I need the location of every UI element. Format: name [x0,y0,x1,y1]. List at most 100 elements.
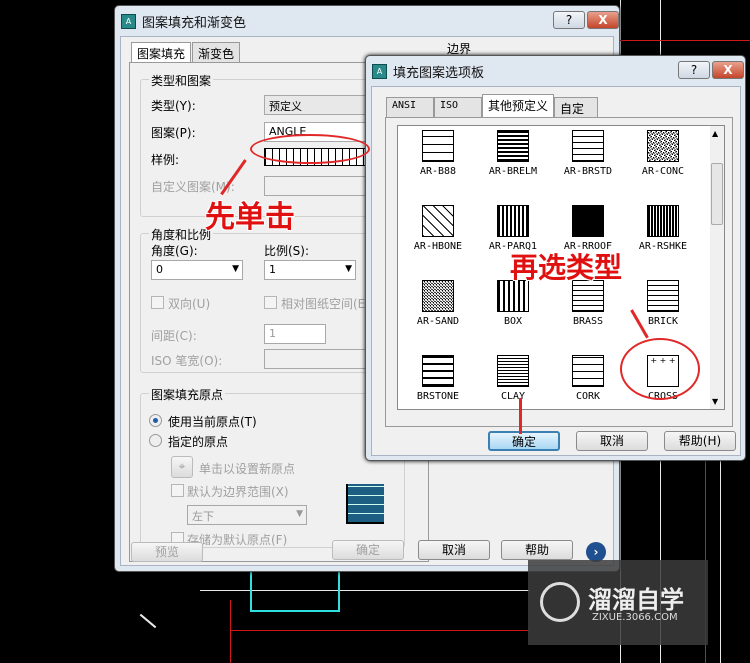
autocad-app-icon: A [121,14,136,29]
ok-button[interactable]: 确定 [332,540,404,560]
cancel-button[interactable]: 取消 [418,540,490,560]
pattern-swatch-brick[interactable] [647,280,679,312]
watermark: 溜溜自学 ZIXUE.3066.COM [528,560,708,645]
pattern-swatch-ar-brelm[interactable] [497,130,529,162]
sample-label: 样例: [151,153,180,167]
pattern-swatch-brstone[interactable] [422,355,454,387]
type-value: 预定义 [269,100,302,113]
relative-paper-label: 相对图纸空间(E) [281,297,370,311]
pattern-label[interactable]: AR-BRELM [473,166,553,177]
annotation-arrow [519,398,522,434]
cancel-button[interactable]: 取消 [576,431,648,451]
autocad-app-icon: A [372,64,387,79]
pattern-swatch-ar-b88[interactable] [422,130,454,162]
scale-select[interactable]: 1 ▼ [264,260,356,280]
pattern-swatch-ar-rroof[interactable] [572,205,604,237]
pick-origin-button[interactable]: ⌖ [171,456,193,478]
pattern-label[interactable]: AR-RSHKE [623,241,703,252]
chevron-down-icon: ▼ [296,509,303,519]
origin-position-select[interactable]: 左下 ▼ [187,505,307,525]
scroll-down-icon[interactable]: ▼ [712,397,718,406]
use-current-origin-radio[interactable] [149,414,162,427]
pattern-label[interactable]: AR-CONC [623,166,703,177]
cad-line [139,613,157,629]
expand-more-icon[interactable]: › [586,542,606,562]
close-button[interactable]: X [712,61,744,79]
group-label: 图案填充原点 [149,386,226,403]
ok-button[interactable]: 确定 [488,431,560,451]
relative-paper-checkbox[interactable] [264,296,277,309]
pattern-swatch-ar-sand[interactable] [422,280,454,312]
help-title-button[interactable]: ? [553,11,585,29]
pattern-label[interactable]: BOX [473,316,553,327]
pattern-label[interactable]: AR-HBONE [398,241,478,252]
preview-button[interactable]: 预览 [131,542,203,562]
specified-origin-radio[interactable] [149,434,162,447]
pattern-swatch-cork[interactable] [572,355,604,387]
annotation-first-click: 先单击 [205,200,295,235]
angle-label: 角度(G): [151,244,198,258]
origin-preview-brick-icon [346,484,384,524]
specified-origin-label: 指定的原点 [168,435,229,449]
pick-point-icon: ⌖ [178,459,186,473]
chevron-down-icon: ▼ [232,264,239,274]
scroll-thumb[interactable] [711,163,723,225]
watermark-url: ZIXUE.3066.COM [592,612,678,623]
cad-line [338,572,340,612]
pattern-label[interactable]: BRASS [548,316,628,327]
tab-gradient[interactable]: 渐变色 [192,42,241,62]
pattern-label: 图案(P): [151,126,196,140]
tab-other-predefined[interactable]: 其他预定义 [482,94,554,117]
dialog-title: 填充图案选项板 [393,66,485,81]
use-current-origin-label: 使用当前原点(T) [168,415,257,429]
type-label: 类型(Y): [151,99,196,113]
help-button[interactable]: 帮助 [501,540,573,560]
scale-value: 1 [269,263,276,276]
group-label: 角度和比例 [149,226,214,243]
tab-ansi[interactable]: ANSI [386,97,434,117]
annotation-circle-cross [620,338,700,400]
click-set-origin-label: 单击以设置新原点 [199,462,296,476]
scroll-up-icon[interactable]: ▲ [712,129,718,138]
cad-line [720,460,721,663]
iso-pen-label: ISO 笔宽(O): [151,354,223,368]
double-label: 双向(U) [168,297,211,311]
dialog-title-bar: A 填充图案选项板 [372,62,484,81]
default-boundary-label: 默认为边界范围(X) [187,485,289,499]
pattern-label[interactable]: AR-BRSTD [548,166,628,177]
pattern-label[interactable]: AR-SAND [398,316,478,327]
pattern-label[interactable]: BRSTONE [398,391,478,402]
pattern-swatch-ar-parq1[interactable] [497,205,529,237]
annotation-then-select: 再选类型 [510,251,623,284]
cad-line [620,40,750,41]
pattern-swatch-ar-rshke[interactable] [647,205,679,237]
pattern-swatch-clay[interactable] [497,355,529,387]
cad-line [250,610,340,612]
group-label: 类型和图案 [149,72,214,89]
tab-custom[interactable]: 自定义 [554,97,598,133]
pattern-label[interactable]: CLAY [473,391,553,402]
chevron-down-icon: ▼ [345,264,352,274]
pattern-label[interactable]: CORK [548,391,628,402]
spacing-label: 间距(C): [151,329,197,343]
default-boundary-checkbox[interactable] [171,484,184,497]
spacing-input[interactable]: 1 [264,324,326,344]
pattern-label[interactable]: AR-B88 [398,166,478,177]
help-button[interactable]: 帮助(H) [664,431,736,451]
double-checkbox[interactable] [151,296,164,309]
cad-line [250,572,252,612]
dialog-title: 图案填充和渐变色 [142,16,247,31]
help-title-button[interactable]: ? [678,61,710,79]
watermark-brand: 溜溜自学 [588,586,684,614]
tab-iso[interactable]: ISO [434,97,482,117]
cad-line [230,600,231,663]
angle-value: 0 [156,263,163,276]
origin-position-value: 左下 [192,510,214,523]
pattern-swatch-ar-hbone[interactable] [422,205,454,237]
close-button[interactable]: X [587,11,619,29]
scrollbar[interactable]: ▲ ▼ [710,126,724,409]
cad-line [230,630,530,631]
pattern-swatch-ar-brstd[interactable] [572,130,604,162]
angle-select[interactable]: 0 ▼ [151,260,243,280]
pattern-swatch-ar-conc[interactable] [647,130,679,162]
